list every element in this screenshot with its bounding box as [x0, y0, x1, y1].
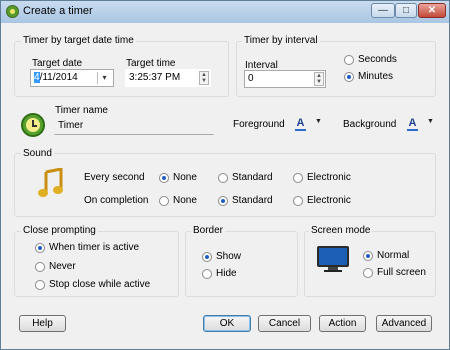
target-date-group-heading: Timer by target date time	[21, 35, 136, 46]
on-completion-standard-radio[interactable]	[218, 196, 228, 206]
close-icon[interactable]: ✕	[418, 3, 446, 18]
on-completion-electronic-label: Electronic	[307, 195, 351, 206]
on-completion-electronic-radio[interactable]	[293, 196, 303, 206]
background-dropdown-icon[interactable]: ▼	[427, 118, 434, 125]
clock-app-icon	[6, 5, 19, 18]
target-time-label: Target time	[126, 58, 176, 69]
close-prompt-stop-radio[interactable]	[35, 280, 45, 290]
timer-name-label: Timer name	[55, 105, 108, 116]
action-button[interactable]: Action	[319, 315, 366, 332]
target-date-picker[interactable]: 4/11/2014 ▾	[30, 69, 114, 87]
border-group	[185, 231, 298, 297]
every-second-standard-label: Standard	[232, 172, 273, 183]
interval-input[interactable]: 0 ▲ ▼	[244, 70, 326, 88]
monitor-icon	[317, 246, 349, 272]
minutes-radio[interactable]	[344, 72, 354, 82]
close-prompt-active-radio[interactable]	[35, 243, 45, 253]
border-option-label: Hide	[216, 268, 237, 279]
on-completion-none-label: None	[173, 195, 197, 206]
screen-mode-option-label: Full screen	[377, 267, 426, 278]
window-title: Create a timer	[23, 5, 93, 17]
every-second-electronic-label: Electronic	[307, 172, 351, 183]
background-label: Background	[343, 119, 397, 130]
every-second-electronic-radio[interactable]	[293, 173, 303, 183]
border-heading: Border	[191, 225, 226, 236]
sound-group	[14, 153, 436, 217]
on-completion-label: On completion	[84, 195, 149, 206]
minimize-icon[interactable]: —	[371, 3, 395, 18]
on-completion-standard-label: Standard	[232, 195, 273, 206]
ok-button[interactable]: OK	[203, 315, 251, 332]
close-prompt-option-label: Stop close while active	[49, 279, 151, 290]
title-bar: Create a timer — □ ✕	[1, 1, 449, 23]
on-completion-none-radio[interactable]	[159, 196, 169, 206]
create-timer-dialog: Create a timer — □ ✕ Timer by target dat…	[0, 0, 450, 350]
foreground-label: Foreground	[233, 119, 285, 130]
close-prompt-option-label: Never	[49, 261, 76, 272]
close-prompt-never-radio[interactable]	[35, 262, 45, 272]
music-note-icon	[38, 168, 63, 197]
time-value: 3:25:37 PM	[129, 72, 181, 83]
every-second-none-label: None	[173, 172, 197, 183]
close-prompt-option-label: When timer is active	[49, 242, 140, 253]
every-second-standard-radio[interactable]	[218, 173, 228, 183]
timer-name-input[interactable]: Timer	[54, 117, 214, 135]
target-time-field[interactable]: 3:25:37 PM ▲ ▼	[125, 69, 211, 87]
background-font-color-icon[interactable]: A	[406, 117, 419, 131]
timer-name-value: Timer	[58, 120, 84, 131]
advanced-button[interactable]: Advanced	[376, 315, 432, 332]
seconds-label: Seconds	[358, 54, 397, 65]
calendar-dropdown-icon[interactable]: ▾	[97, 72, 111, 84]
screen-fullscreen-radio[interactable]	[363, 268, 373, 278]
date-value: /11/2014	[39, 72, 78, 83]
screen-mode-option-label: Normal	[377, 250, 410, 261]
interval-group-heading: Timer by interval	[242, 35, 320, 46]
border-hide-radio[interactable]	[202, 269, 212, 279]
every-second-label: Every second	[84, 172, 145, 183]
help-button[interactable]: Help	[19, 315, 66, 332]
sound-group-heading: Sound	[21, 148, 54, 159]
clock-icon	[21, 113, 45, 137]
screen-mode-heading: Screen mode	[309, 225, 373, 236]
seconds-radio[interactable]	[344, 55, 354, 65]
border-option-label: Show	[216, 251, 242, 262]
close-prompting-heading: Close prompting	[21, 225, 98, 236]
foreground-font-color-icon[interactable]: A	[294, 117, 307, 131]
interval-spinner-icon[interactable]: ▲ ▼	[314, 72, 324, 86]
minutes-label: Minutes	[358, 71, 394, 82]
cancel-button[interactable]: Cancel	[258, 315, 311, 332]
screen-normal-radio[interactable]	[363, 251, 373, 261]
foreground-dropdown-icon[interactable]: ▼	[315, 118, 322, 125]
time-spinner-icon[interactable]: ▲ ▼	[199, 71, 209, 85]
maximize-icon[interactable]: □	[395, 3, 417, 18]
interval-value: 0	[248, 73, 254, 84]
every-second-none-radio[interactable]	[159, 173, 169, 183]
border-show-radio[interactable]	[202, 252, 212, 262]
target-date-label: Target date	[32, 58, 83, 69]
